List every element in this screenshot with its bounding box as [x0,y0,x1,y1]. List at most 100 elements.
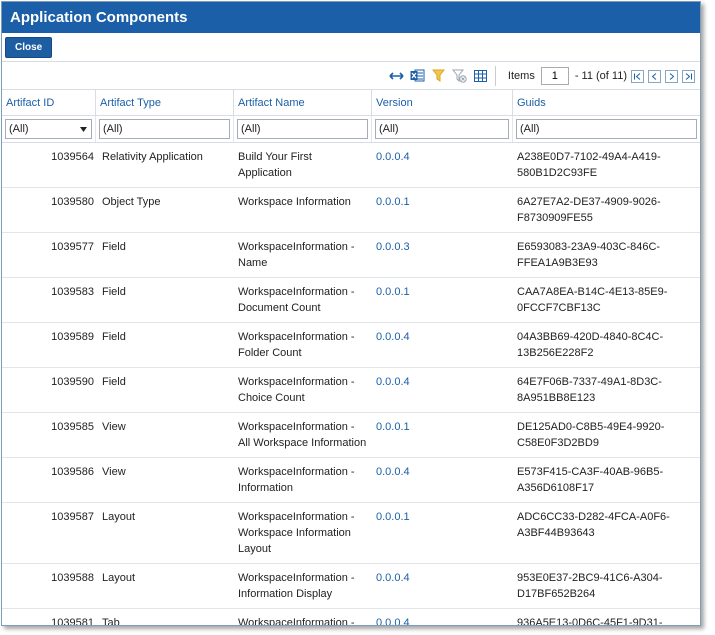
application-components-window: Application Components Close Items 1 - 1… [1,1,701,626]
cell-guid: E6593083-23A9-403C-846C-FFEA1A9B3E93 [517,241,661,269]
cell-artifact-id: 1039590 [51,376,94,388]
filter-cell-version [372,116,513,142]
cell-guid: 64E7F06B-7337-49A1-8D3C-8A951BB8E123 [517,376,662,404]
cell-artifact-id: 1039589 [51,331,94,343]
cell-artifact-name: WorkspaceInformation - Name [238,241,355,269]
action-bar: Close [2,33,700,62]
cell-version: 0.0.0.4 [376,151,410,163]
last-page-button[interactable] [682,69,695,83]
cell-artifact-name: WorkspaceInformation - Information [238,466,355,494]
cell-artifact-type: Relativity Application [102,151,203,163]
column-header-version[interactable]: Version [372,90,513,115]
cell-artifact-type: Layout [102,572,136,584]
table-row[interactable]: 1039588 Layout WorkspaceInformation - Info… [2,564,700,609]
table-row[interactable]: 1039577 Field WorkspaceInformation - Name 0… [2,233,700,278]
page-input[interactable] [540,67,569,85]
cell-artifact-id: 1039564 [51,151,94,163]
table-row[interactable]: 1039585 View WorkspaceInformation - All Wo… [2,413,700,458]
filter-cell-artifact-name [234,116,372,142]
window-title: Application Components [2,2,700,33]
cell-version: 0.0.0.1 [376,421,410,433]
cell-version: 0.0.0.4 [376,572,410,584]
filter-cell-guids [513,116,700,142]
cell-guid: 936A5E13-0D6C-45F1-9D31-C0D65DA85B2D [517,617,663,626]
toolbar-icons [389,68,488,83]
column-header-artifact-id[interactable]: Artifact ID [2,90,96,115]
clear-filter-icon[interactable] [452,68,467,83]
table-row[interactable]: 1039583 Field WorkspaceInformation - Docum… [2,278,700,323]
cell-version: 0.0.0.1 [376,196,410,208]
cell-artifact-id: 1039586 [51,466,94,478]
version-filter-input[interactable] [375,119,509,139]
cell-version: 0.0.0.4 [376,376,410,388]
filter-row: (All) [2,116,700,143]
guids-filter-input[interactable] [516,119,697,139]
grid-toolbar: Items - 11 (of 11) [2,62,700,90]
column-header-artifact-type[interactable]: Artifact Type [96,90,234,115]
cell-artifact-id: 1039588 [51,572,94,584]
excel-export-icon[interactable] [410,68,425,83]
cell-artifact-type: Object Type [102,196,161,208]
cell-artifact-id: 1039580 [51,196,94,208]
cell-artifact-type: Tab [102,617,120,626]
cell-artifact-name: Build Your First Application [238,151,312,179]
grid-header-row: Artifact ID Artifact Type Artifact Name … [2,90,700,116]
artifact-id-filter-value: (All) [9,123,29,135]
toolbar-divider [495,66,496,86]
cell-artifact-type: Field [102,241,126,253]
items-label: Items [507,70,535,82]
cell-artifact-id: 1039577 [51,241,94,253]
column-header-guids[interactable]: Guids [513,90,700,115]
filter-cell-artifact-id: (All) [2,116,96,142]
cell-artifact-type: View [102,421,126,433]
cell-guid: ADC6CC33-D282-4FCA-A0F6-A3BF44B93643 [517,511,670,539]
artifact-id-filter-select[interactable]: (All) [5,119,92,139]
resize-columns-icon[interactable] [389,68,404,83]
artifact-name-filter-input[interactable] [237,119,368,139]
close-button[interactable]: Close [5,37,53,58]
cell-version: 0.0.0.1 [376,286,410,298]
cell-artifact-name: WorkspaceInformation - All Workspace Inf… [238,421,367,449]
pager: Items - 11 (of 11) [508,67,695,85]
table-row[interactable]: 1039564 Relativity Application Build Your … [2,143,700,188]
first-page-button[interactable] [631,69,644,83]
cell-artifact-type: Field [102,331,126,343]
grid-body: 1039564 Relativity Application Build Your … [2,143,700,626]
cell-guid: 953E0E37-2BC9-41C6-A304-D17BF652B264 [517,572,663,600]
cell-guid: CAA7A8EA-B14C-4E13-85E9-0FCCF7CBF13C [517,286,668,314]
cell-artifact-id: 1039587 [51,511,94,523]
cell-artifact-type: Layout [102,511,136,523]
table-row[interactable]: 1039589 Field WorkspaceInformation - Folde… [2,323,700,368]
cell-artifact-type: View [102,466,126,478]
artifact-type-filter-input[interactable] [99,119,230,139]
table-row[interactable]: 1039586 View WorkspaceInformation - Inform… [2,458,700,503]
cell-guid: 6A27E7A2-DE37-4909-9026-F8730909FE55 [517,196,661,224]
cell-artifact-id: 1039583 [51,286,94,298]
cell-artifact-id: 1039581 [51,617,94,626]
cell-guid: E573F415-CA3F-40AB-96B5-A356D6108F17 [517,466,664,494]
table-row[interactable]: 1039590 Field WorkspaceInformation - Choic… [2,368,700,413]
cell-artifact-name: WorkspaceInformation - Folder Count [238,331,355,359]
cell-guid: DE125AD0-C8B5-49E4-9920-C58E0F3D2BD9 [517,421,665,449]
table-row[interactable]: 1039581 Tab WorkspaceInformation - Workspa… [2,609,700,626]
cell-version: 0.0.0.4 [376,466,410,478]
item-range-text: - 11 (of 11) [574,70,627,82]
filter-icon[interactable] [431,68,446,83]
cell-artifact-name: WorkspaceInformation - Information Displ… [238,572,355,600]
cell-version: 0.0.0.1 [376,511,410,523]
next-page-button[interactable] [665,69,678,83]
cell-artifact-type: Field [102,286,126,298]
cell-version: 0.0.0.3 [376,241,410,253]
cell-artifact-name: Workspace Information [238,196,351,208]
cell-guid: 04A3BB69-420D-4840-8C4C-13B256E228F2 [517,331,664,359]
table-row[interactable]: 1039587 Layout WorkspaceInformation - Work… [2,503,700,564]
column-header-artifact-name[interactable]: Artifact Name [234,90,372,115]
table-row[interactable]: 1039580 Object Type Workspace Information 0… [2,188,700,233]
previous-page-button[interactable] [648,69,661,83]
cell-artifact-name: WorkspaceInformation - Workspace Informa… [238,617,355,626]
grid-settings-icon[interactable] [473,68,488,83]
cell-artifact-name: WorkspaceInformation - Workspace Informa… [238,511,355,555]
cell-artifact-id: 1039585 [51,421,94,433]
cell-guid: A238E0D7-7102-49A4-A419-580B1D2C93FE [517,151,661,179]
filter-cell-artifact-type [96,116,234,142]
